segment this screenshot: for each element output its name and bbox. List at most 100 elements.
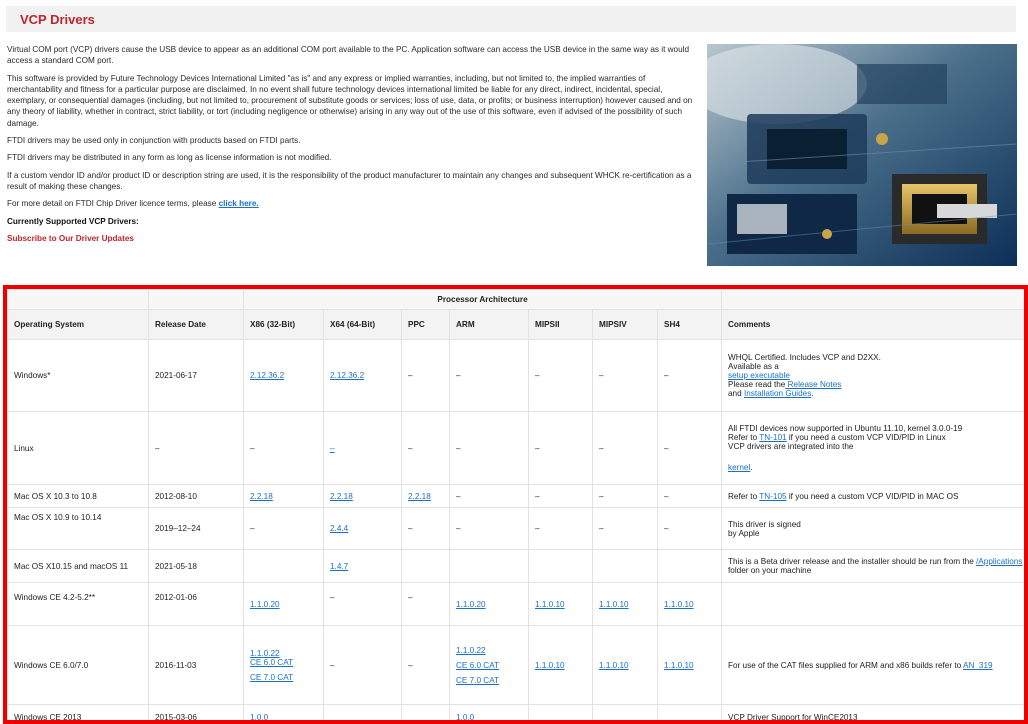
release-date-cell: – <box>149 412 244 485</box>
os-cell: Windows CE 4.2-5.2** <box>8 583 149 626</box>
comments-cell: VCP Driver Support for WinCE2013 <box>722 705 1028 724</box>
release-date-cell: 2016-11-03 <box>149 626 244 705</box>
ppc-driver-link[interactable]: 2.2.18 <box>408 492 431 501</box>
kernel-link[interactable]: kernel <box>728 463 750 472</box>
x64-cell <box>324 705 402 724</box>
an-319-link[interactable]: AN_319 <box>963 661 993 670</box>
os-cell: Linux <box>8 412 149 485</box>
x86-links: 1.1.0.22 CE 6.0 CAT CE 7.0 CAT <box>250 649 317 682</box>
x64-driver-link[interactable]: 1.4.7 <box>330 562 348 571</box>
release-date-cell: 2021-05-18 <box>149 550 244 583</box>
mipsiv-driver-link[interactable]: 1.1.0.10 <box>599 661 629 670</box>
arm-ce6-cat-link[interactable]: CE 6.0 CAT <box>456 661 522 670</box>
mipsiv-cell <box>593 550 658 583</box>
installation-guides-link[interactable]: Installation Guides <box>744 389 811 398</box>
x64-driver-link[interactable]: 2.4.4 <box>330 524 348 533</box>
circuit-board-photo <box>707 44 1017 266</box>
mipsiv-driver-link[interactable]: 1.1.0.10 <box>599 600 629 609</box>
arm-driver-link[interactable]: 1.1.0.22 <box>456 646 522 655</box>
x86-cell <box>244 550 324 583</box>
sh4-cell: – <box>658 508 722 550</box>
arm-cell: – <box>450 412 529 485</box>
ppc-cell: – <box>402 626 450 705</box>
arm-cell <box>450 550 529 583</box>
comment-text: Available as a <box>728 362 1028 371</box>
release-notes-link[interactable]: Release Notes <box>785 380 841 389</box>
comment-text: This is a Beta driver release and the in… <box>728 557 976 566</box>
comments-cell: This is a Beta driver release and the in… <box>722 550 1028 583</box>
ppc-cell <box>402 550 450 583</box>
x86-cell: – <box>244 508 324 550</box>
header-arm: ARM <box>450 310 529 340</box>
arm-cell: – <box>450 508 529 550</box>
page-title-bar: VCP Drivers <box>6 6 1016 32</box>
sh4-cell: – <box>658 485 722 508</box>
x86-driver-link[interactable]: 1.1.0.20 <box>250 600 280 609</box>
comments-cell: Refer to TN-105 if you need a custom VCP… <box>722 485 1028 508</box>
x86-ce7-cat-link[interactable]: CE 7.0 CAT <box>250 673 317 682</box>
subscribe-link[interactable]: Subscribe to Our Driver Updates <box>7 233 695 244</box>
sh4-cell: – <box>658 412 722 485</box>
currently-supported-heading: Currently Supported VCP Drivers: <box>7 216 695 227</box>
ppc-cell: – <box>402 412 450 485</box>
drivers-table-container: Processor Architecture Operating System … <box>3 285 1028 724</box>
disclaimer-paragraph: This software is provided by Future Tech… <box>7 73 695 129</box>
comment-text: Refer to <box>728 433 759 442</box>
tn-101-link[interactable]: TN-101 <box>759 433 786 442</box>
header-comments: Comments <box>722 310 1028 340</box>
empty-header-cell <box>722 290 1028 310</box>
tn-105-link[interactable]: TN-105 <box>759 492 786 501</box>
arm-ce7-cat-link[interactable]: CE 7.0 CAT <box>456 676 522 685</box>
header-x86: X86 (32-Bit) <box>244 310 324 340</box>
release-date-cell: 2012-08-10 <box>149 485 244 508</box>
comments-cell: This driver is signed by Apple <box>722 508 1028 550</box>
comment-text: WHQL Certified. Includes VCP and D2XX. <box>728 353 1028 362</box>
comment-text: by Apple <box>728 529 1028 538</box>
intro-paragraph: Virtual COM port (VCP) drivers cause the… <box>7 44 695 67</box>
sh4-driver-link[interactable]: 1.1.0.10 <box>664 600 694 609</box>
comments-cell: For use of the CAT files supplied for AR… <box>722 626 1028 705</box>
comment-text: All FTDI devices now supported in Ubuntu… <box>728 424 1028 433</box>
table-row-mac-10-3: Mac OS X 10.3 to 10.8 2012-08-10 2.2.18 … <box>8 485 1028 508</box>
header-sh4: SH4 <box>658 310 722 340</box>
applications-link[interactable]: /Applications <box>976 557 1022 566</box>
x64-driver-link[interactable]: 2.2.18 <box>330 492 353 501</box>
comment-text: Refer to <box>728 492 759 501</box>
licence-link[interactable]: click here. <box>219 199 259 208</box>
ppc-cell: – <box>402 340 450 412</box>
usage-paragraph: FTDI drivers may be used only in conjunc… <box>7 135 695 146</box>
ppc-cell: – <box>402 508 450 550</box>
comment-text: and <box>728 389 744 398</box>
setup-executable-link[interactable]: setup executable <box>728 371 790 380</box>
mipsii-cell <box>529 550 593 583</box>
os-cell: Windows CE 2013 <box>8 705 149 724</box>
header-release-date: Release Date <box>149 310 244 340</box>
x86-driver-link[interactable]: 2.12.36.2 <box>250 371 284 380</box>
release-date-cell: 2019–12–24 <box>149 508 244 550</box>
header-ppc: PPC <box>402 310 450 340</box>
x86-ce6-cat-link[interactable]: CE 6.0 CAT <box>250 658 317 667</box>
x64-driver-link[interactable]: 2.12.36.2 <box>330 371 364 380</box>
arm-driver-link[interactable]: 1.1.0.20 <box>456 600 486 609</box>
comment-text: if you need a custom VCP VID/PID in MAC … <box>787 492 959 501</box>
comment-text: VCP drivers are integrated into the <box>728 442 1028 451</box>
sh4-driver-link[interactable]: 1.1.0.10 <box>664 661 694 670</box>
sh4-cell: – <box>658 340 722 412</box>
mipsii-driver-link[interactable]: 1.1.0.10 <box>535 661 565 670</box>
ppc-cell: – <box>402 583 450 626</box>
x64-cell: – <box>324 626 402 705</box>
table-row-mac-10-15: Mac OS X10.15 and macOS 11 2021-05-18 1.… <box>8 550 1028 583</box>
table-row-wince-2013: Windows CE 2013 2015-03-06 1.0.0 1.0.0 V… <box>8 705 1028 724</box>
x86-driver-link[interactable]: 2.2.18 <box>250 492 273 501</box>
x86-driver-link[interactable]: 1.1.0.22 <box>250 649 317 658</box>
mipsii-driver-link[interactable]: 1.1.0.10 <box>535 600 565 609</box>
comment-text: . <box>750 463 752 472</box>
mipsii-cell: – <box>529 485 593 508</box>
mipsii-cell: – <box>529 508 593 550</box>
comment-text: For use of the CAT files supplied for AR… <box>728 661 963 670</box>
ppc-cell <box>402 705 450 724</box>
distribution-paragraph: FTDI drivers may be distributed in any f… <box>7 152 695 163</box>
mipsii-cell <box>529 705 593 724</box>
x64-driver-link[interactable]: – <box>330 444 335 453</box>
table-row-mac-10-9: Mac OS X 10.9 to 10.14 2019–12–24 – 2.4.… <box>8 508 1028 550</box>
